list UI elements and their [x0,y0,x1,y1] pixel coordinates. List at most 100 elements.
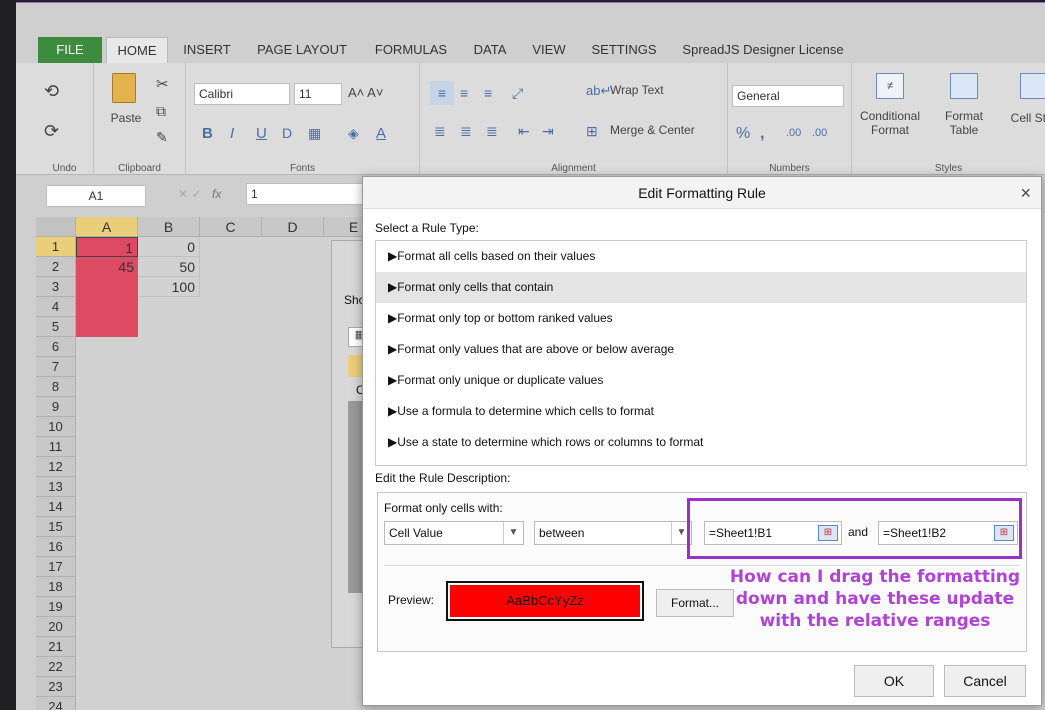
align-center-icon[interactable]: ≣ [460,123,472,140]
row-header[interactable]: 8 [36,377,76,397]
decrease-indent-icon[interactable]: ⇤ [518,123,530,140]
row-header[interactable]: 15 [36,517,76,537]
number-format-select[interactable]: General [732,85,844,107]
increase-decimal-icon[interactable]: .00 [786,127,801,139]
name-box[interactable]: A1 [46,185,146,207]
cancel-button[interactable]: Cancel [944,665,1026,697]
cell-b3[interactable]: 100 [138,277,200,297]
rule-type-item[interactable]: ▶Format only values that are above or be… [376,334,1026,365]
orientation-icon[interactable]: ⤢ [512,85,523,102]
align-middle-icon[interactable]: ≡ [460,85,468,101]
merge-center-icon[interactable]: ⊞ [586,123,598,140]
row-header[interactable]: 2 [36,257,76,277]
row-header[interactable]: 1 [36,237,76,257]
paste-icon[interactable] [112,73,136,103]
close-icon[interactable]: × [1020,183,1031,204]
rule-type-item[interactable]: ▶Format all cells based on their values [376,241,1026,272]
cell-b1[interactable]: 0 [138,237,200,257]
row-header[interactable]: 6 [36,337,76,357]
row-header[interactable]: 13 [36,477,76,497]
copy-icon[interactable]: ⧉ [156,103,166,120]
borders-icon[interactable]: ▦ [308,125,321,142]
row-header[interactable]: 22 [36,657,76,677]
tab-settings[interactable]: SETTINGS [586,37,662,63]
font-color-icon[interactable]: A [376,125,386,142]
row-header[interactable]: 10 [36,417,76,437]
cancel-check-icons[interactable]: ✕ ✓ [178,187,201,201]
font-name-select[interactable]: Calibri [194,83,290,105]
row-header[interactable]: 12 [36,457,76,477]
tab-insert[interactable]: INSERT [176,37,238,63]
fx-icon[interactable]: fx [212,187,221,201]
row-header[interactable]: 16 [36,537,76,557]
tab-data[interactable]: DATA [468,37,512,63]
merge-center-button[interactable]: Merge & Center [610,123,695,137]
format-painter-icon[interactable]: ✎ [156,129,168,146]
column-header-c[interactable]: C [200,217,262,237]
row-header[interactable]: 11 [36,437,76,457]
bold-icon[interactable]: B [202,125,213,142]
conditional-format-button[interactable]: Conditional Format [856,109,924,137]
redo-icon[interactable]: ⟳ [44,121,59,142]
cell-b2[interactable]: 50 [138,257,200,277]
font-size-select[interactable]: 11 [294,83,342,105]
condition-type-select[interactable]: Cell Value ▼ [384,521,524,545]
align-top-icon[interactable]: ≡ [430,81,454,105]
grow-font-icon[interactable]: A˄ A˅ [348,85,383,100]
fill-color-icon[interactable]: ◈ [348,125,359,142]
operator-select[interactable]: between ▼ [534,521,692,545]
increase-indent-icon[interactable]: ⇥ [542,123,554,140]
row-header[interactable]: 19 [36,597,76,617]
undo-icon[interactable]: ⟲ [44,81,59,102]
format-table-button[interactable]: Format Table [940,109,988,137]
paste-button-label[interactable]: Paste [106,111,146,125]
row-header[interactable]: 17 [36,557,76,577]
row-header[interactable]: 18 [36,577,76,597]
italic-icon[interactable]: I [230,125,234,142]
underline-icon[interactable]: U [256,125,267,142]
percent-icon[interactable]: % [736,125,750,143]
cell-a1[interactable]: 1 [76,237,138,257]
wrap-text-icon[interactable]: ab↵ [586,83,611,99]
row-header[interactable]: 9 [36,397,76,417]
format-table-icon[interactable] [950,73,978,99]
conditional-format-icon[interactable]: ≠ [876,73,904,99]
tab-page-layout[interactable]: PAGE LAYOUT [250,37,354,63]
rule-type-item[interactable]: ▶Use a formula to determine which cells … [376,396,1026,427]
tab-file[interactable]: FILE [38,37,102,63]
row-header[interactable]: 3 [36,277,76,297]
row-header[interactable]: 24 [36,697,76,710]
ok-button[interactable]: OK [854,665,934,697]
rule-type-item[interactable]: ▶Use a state to determine which rows or … [376,427,1026,458]
cut-icon[interactable]: ✂ [156,75,169,93]
row-header[interactable]: 20 [36,617,76,637]
tab-view[interactable]: VIEW [526,37,572,63]
cell-a2[interactable]: 45 [76,257,138,277]
column-header-d[interactable]: D [262,217,324,237]
cell-styles-button[interactable]: Cell Styles [1004,111,1045,125]
row-header[interactable]: 14 [36,497,76,517]
align-left-icon[interactable]: ≣ [434,123,446,140]
column-header-a[interactable]: A [76,217,138,237]
tab-formulas[interactable]: FORMULAS [366,37,456,63]
column-header-b[interactable]: B [138,217,200,237]
row-header[interactable]: 5 [36,317,76,337]
rule-type-item-selected[interactable]: ▶Format only cells that contain [376,272,1026,303]
wrap-text-button[interactable]: Wrap Text [610,83,664,97]
align-right-icon[interactable]: ≣ [486,123,498,140]
row-header[interactable]: 21 [36,637,76,657]
formula-input[interactable]: 1 [246,183,366,205]
align-bottom-icon[interactable]: ≡ [484,85,492,101]
double-underline-icon[interactable]: D [282,125,292,141]
rule-type-item[interactable]: ▶Format only top or bottom ranked values [376,303,1026,334]
row-header[interactable]: 4 [36,297,76,317]
tab-designer-license[interactable]: SpreadJS Designer License [678,37,848,63]
decrease-decimal-icon[interactable]: .00 [812,127,827,139]
rule-type-item[interactable]: ▶Format only unique or duplicate values [376,365,1026,396]
row-header[interactable]: 7 [36,357,76,377]
select-all-corner[interactable] [36,217,76,237]
comma-icon[interactable]: , [760,125,764,143]
tab-home[interactable]: HOME [106,37,168,63]
cell-styles-icon[interactable] [1020,73,1045,99]
row-header[interactable]: 23 [36,677,76,697]
